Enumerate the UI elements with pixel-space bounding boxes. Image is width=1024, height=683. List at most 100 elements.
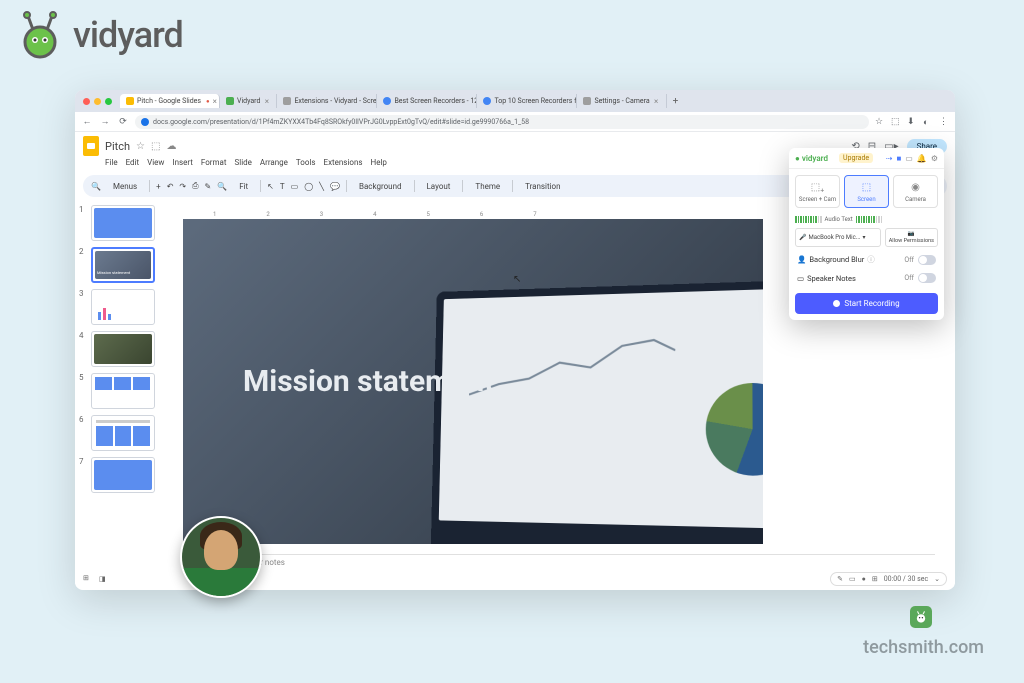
slide-thumb[interactable] [91, 205, 155, 241]
link-icon[interactable]: ⇢ [886, 154, 893, 163]
reload-button[interactable]: ⟳ [117, 116, 129, 128]
mode-screen[interactable]: ⬚ Screen [844, 175, 889, 208]
permissions-button[interactable]: 📷 Allow Permissions [885, 228, 938, 247]
print-icon[interactable]: ⎙ [192, 181, 198, 191]
menu-insert[interactable]: Insert [172, 158, 193, 167]
explore-icon[interactable]: ◨ [99, 575, 106, 583]
screen-cam-icon: ⬚₊ [798, 180, 837, 194]
tab-pitch[interactable]: Pitch - Google Slides ● × [120, 94, 220, 108]
star-icon[interactable]: ☆ [875, 117, 885, 127]
rec-dot-icon[interactable]: ● [862, 575, 866, 583]
move-icon[interactable]: ⬚ [151, 141, 160, 152]
gear-icon[interactable]: ⚙ [931, 154, 938, 163]
zoom-icon[interactable]: 🔍 [217, 182, 227, 191]
tab-best-recorders[interactable]: Best Screen Recorders - 12... × [377, 94, 477, 108]
slide-thumb[interactable] [91, 415, 155, 451]
library-icon[interactable]: ▭ [905, 154, 913, 163]
tab-top10[interactable]: Top 10 Screen Recorders fo... × [477, 94, 577, 108]
mic-select[interactable]: 🎤 MacBook Pro Mic... ▾ [795, 228, 881, 247]
new-slide-icon[interactable]: + [156, 182, 161, 191]
star-icon[interactable]: ☆ [136, 141, 145, 152]
paint-icon[interactable]: ✎ [205, 182, 212, 191]
layout-button[interactable]: Layout [421, 180, 457, 193]
theme-button[interactable]: Theme [469, 180, 506, 193]
start-recording-button[interactable]: Start Recording [795, 293, 938, 314]
line-icon[interactable]: ╲ [319, 182, 324, 191]
download-icon[interactable]: ⬇ [907, 117, 917, 127]
mode-screen-cam[interactable]: ⬚₊ Screen + Cam [795, 175, 840, 208]
menu-tools[interactable]: Tools [296, 158, 316, 167]
image-icon[interactable]: ▭ [291, 182, 299, 191]
menu-slide[interactable]: Slide [235, 158, 252, 167]
undo-icon[interactable]: ↶ [167, 182, 174, 191]
forward-button[interactable]: → [99, 116, 111, 128]
ext-header: vidyard Upgrade ⇢ ■ ▭ 🔔 ⚙ [789, 148, 944, 169]
close-window-icon[interactable] [83, 98, 90, 105]
profile-icon[interactable]: ◐ [923, 117, 933, 127]
close-tab-icon[interactable]: × [213, 98, 217, 105]
tab-settings[interactable]: Settings - Camera × [577, 94, 666, 108]
slide-canvas[interactable]: Mission statement ↖ [183, 219, 763, 544]
pointer-icon[interactable]: ▭ [849, 575, 856, 583]
menu-file[interactable]: File [105, 158, 118, 167]
new-tab-button[interactable]: + [667, 96, 685, 107]
window-controls[interactable] [83, 98, 112, 105]
tab-label: Settings - Camera [594, 97, 649, 105]
search-menus-icon[interactable]: 🔍 [91, 182, 101, 191]
menu-format[interactable]: Format [201, 158, 227, 167]
bell-icon[interactable]: 🔔 [917, 154, 927, 163]
toggle-switch[interactable] [918, 273, 936, 283]
camera-icon[interactable]: ■ [896, 154, 901, 163]
camera-icon: ◉ [896, 180, 935, 194]
minimize-window-icon[interactable] [94, 98, 101, 105]
toggle-label-text: Speaker Notes [807, 274, 856, 283]
select-icon[interactable]: ↖ [267, 182, 274, 191]
menu-edit[interactable]: Edit [126, 158, 140, 167]
mode-camera[interactable]: ◉ Camera [893, 175, 938, 208]
slide-title-text[interactable]: Mission statement [243, 364, 494, 399]
menu-help[interactable]: Help [371, 158, 387, 167]
chevron-down-icon[interactable]: ⌄ [934, 575, 940, 583]
url-input[interactable]: docs.google.com/presentation/d/1Pf4mZKYX… [135, 115, 869, 129]
toggle-switch[interactable] [918, 255, 936, 265]
maximize-window-icon[interactable] [105, 98, 112, 105]
tab-extensions[interactable]: Extensions - Vidyard - Scre... × [277, 94, 377, 108]
redo-icon[interactable]: ↷ [179, 182, 186, 191]
textbox-icon[interactable]: T [280, 182, 285, 191]
extensions-icon[interactable]: ⬚ [891, 117, 901, 127]
slide-thumb[interactable] [91, 289, 155, 325]
slide-thumbnails[interactable]: 1 2Mission statement 3 4 5 6 7 [75, 199, 165, 587]
back-button[interactable]: ← [81, 116, 93, 128]
pen-icon[interactable]: ✎ [837, 575, 843, 583]
webcam-bubble[interactable] [180, 516, 262, 598]
upgrade-button[interactable]: Upgrade [839, 153, 873, 163]
transition-button[interactable]: Transition [519, 180, 566, 193]
document-title[interactable]: Pitch [105, 140, 130, 153]
close-tab-icon[interactable]: × [263, 98, 270, 105]
menus-button[interactable]: Menus [107, 180, 143, 193]
fit-button[interactable]: Fit [233, 180, 254, 193]
info-icon[interactable]: ⓘ [867, 254, 875, 265]
shape-icon[interactable]: ◯ [304, 182, 313, 191]
tab-vidyard[interactable]: Vidyard × [220, 94, 277, 108]
close-tab-icon[interactable]: × [653, 98, 660, 105]
slide-thumb[interactable] [91, 457, 155, 493]
slides-logo-icon[interactable] [83, 136, 99, 156]
vidyard-floating-badge[interactable] [910, 606, 932, 628]
menu-icon[interactable]: ⋮ [939, 117, 949, 127]
camera-perm-icon: 📷 [908, 231, 915, 237]
slide-thumb[interactable]: Mission statement [91, 247, 155, 283]
grid2-icon[interactable]: ⊞ [872, 575, 878, 583]
ext-logo: vidyard [795, 152, 835, 164]
comment-icon[interactable]: 💬 [330, 182, 340, 191]
grid-view-icon[interactable]: ⊞ [83, 574, 93, 584]
slide-thumb[interactable] [91, 331, 155, 367]
menu-extensions[interactable]: Extensions [324, 158, 363, 167]
menu-view[interactable]: View [147, 158, 164, 167]
menu-arrange[interactable]: Arrange [260, 158, 288, 167]
speaker-notes[interactable]: Click to add speaker notes [183, 554, 935, 570]
slide-thumb[interactable] [91, 373, 155, 409]
site-info-icon[interactable] [141, 118, 149, 126]
background-button[interactable]: Background [353, 180, 408, 193]
cloud-icon[interactable]: ☁ [166, 141, 176, 152]
